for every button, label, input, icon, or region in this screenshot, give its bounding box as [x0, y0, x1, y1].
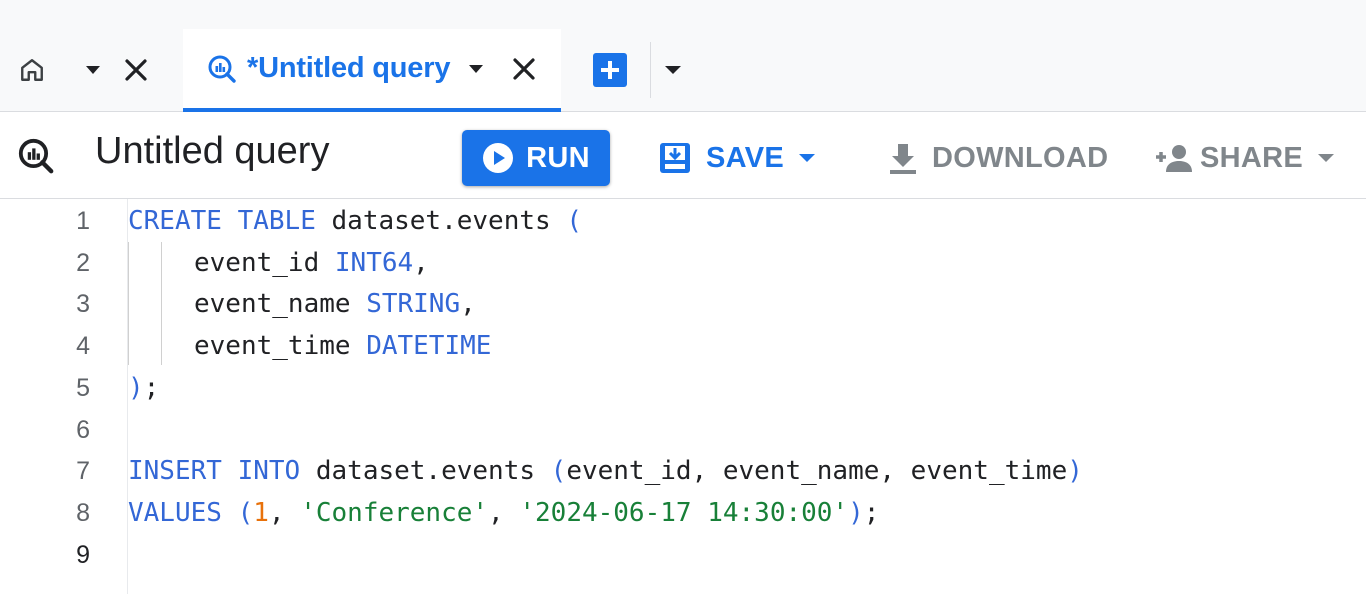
code-token: ,	[413, 247, 429, 278]
code-token: event_name	[194, 289, 367, 320]
code-token: INT64	[334, 247, 414, 278]
tab-label: *Untitled query	[247, 52, 451, 84]
code-token: 1	[253, 497, 269, 528]
tab-bar: *Untitled query	[0, 0, 1366, 112]
add-tab-icon[interactable]	[590, 50, 630, 90]
line-number: 9	[76, 540, 90, 569]
share-button[interactable]: SHARE	[1152, 134, 1335, 182]
query-icon	[16, 136, 56, 176]
code-token: (	[566, 206, 582, 236]
line-number: 7	[76, 457, 90, 486]
home-icon[interactable]	[14, 52, 50, 88]
code-token: )	[848, 497, 864, 528]
code-line[interactable]: 6	[0, 410, 1366, 451]
line-code: );	[128, 368, 159, 409]
page-title: Untitled query	[95, 130, 330, 172]
code-token: STRING	[366, 289, 461, 320]
code-token: '2024-06-17 14:30:00'	[519, 497, 849, 528]
save-icon	[658, 141, 692, 175]
code-token: (	[550, 456, 567, 487]
run-button[interactable]: RUN	[462, 130, 610, 186]
code-token: ;	[143, 372, 160, 403]
code-token: TABLE	[237, 206, 316, 236]
code-token: INTO	[237, 456, 301, 487]
bigquery-editor-window: *Untitled query Untitled query RUN SAVE …	[0, 0, 1366, 594]
line-code: VALUES (1, 'Conference', '2024-06-17 14:…	[128, 493, 879, 534]
add-person-icon	[1152, 143, 1192, 173]
code-token: dataset.events	[315, 206, 567, 236]
code-token: DATETIME	[366, 331, 492, 362]
line-code: INSERT INTO dataset.events (event_id, ev…	[128, 451, 1083, 492]
query-toolbar: Untitled query RUN SAVE DOWNLOAD SHARE	[0, 112, 1366, 199]
code-token: CREATE	[128, 206, 222, 236]
code-token: ,	[488, 497, 520, 528]
chevron-down-icon[interactable]	[660, 52, 686, 88]
line-number: 8	[76, 498, 90, 527]
play-icon	[482, 142, 514, 174]
line-number: 4	[76, 332, 90, 361]
line-code: event_time DATETIME	[128, 326, 491, 367]
chevron-down-icon[interactable]	[464, 51, 488, 87]
code-line[interactable]: 9	[0, 535, 1366, 576]
line-number: 5	[76, 373, 90, 402]
code-line[interactable]: 8 VALUES (1, 'Conference', '2024-06-17 14…	[0, 493, 1366, 534]
chevron-down-icon[interactable]	[798, 153, 816, 163]
code-line[interactable]: 3 event_name STRING,	[0, 284, 1366, 325]
line-number: 1	[76, 207, 90, 235]
code-line[interactable]: 4 event_time DATETIME	[0, 326, 1366, 367]
download-label: DOWNLOAD	[932, 141, 1109, 174]
code-token: ,	[460, 289, 476, 320]
code-token: event_time	[194, 331, 367, 362]
code-token: event_id, event_name, event_time	[566, 456, 1068, 487]
share-label: SHARE	[1200, 141, 1304, 174]
tab-home[interactable]	[14, 30, 154, 110]
download-button[interactable]: DOWNLOAD	[886, 134, 1108, 182]
tab-untitled-query[interactable]: *Untitled query	[183, 29, 561, 112]
code-line[interactable]: 5);	[0, 368, 1366, 409]
line-code: event_id INT64,	[128, 243, 429, 284]
query-icon	[205, 52, 239, 86]
code-token: )	[1067, 456, 1083, 487]
code-token: 'Conference'	[300, 497, 489, 528]
code-token: ;	[863, 497, 880, 528]
code-token: dataset.events	[300, 456, 551, 487]
line-number: 2	[76, 248, 90, 277]
download-icon	[886, 141, 920, 175]
code-token: (	[237, 497, 254, 528]
code-token: ,	[268, 497, 301, 528]
chevron-down-icon[interactable]	[78, 52, 108, 88]
line-code: CREATE TABLE dataset.events (	[128, 201, 582, 242]
code-line[interactable]: 2 event_id INT64,	[0, 243, 1366, 284]
tab-separator	[650, 42, 651, 98]
save-label: SAVE	[706, 141, 785, 174]
run-label: RUN	[526, 141, 590, 174]
code-token: )	[128, 372, 144, 403]
code-line[interactable]: 7 INSERT INTO dataset.events (event_id, e…	[0, 451, 1366, 492]
save-button[interactable]: SAVE	[658, 134, 816, 182]
code-token: event_id	[194, 247, 335, 278]
line-number: 3	[76, 290, 90, 319]
close-icon[interactable]	[506, 51, 542, 87]
chevron-down-icon[interactable]	[1317, 153, 1335, 163]
code-line[interactable]: 1 CREATE TABLE dataset.events (	[0, 201, 1366, 242]
line-code: event_name STRING,	[128, 284, 476, 325]
close-icon[interactable]	[118, 52, 154, 88]
line-number: 6	[76, 415, 90, 444]
code-token: INSERT	[128, 456, 222, 487]
code-token: VALUES	[128, 497, 222, 528]
code-editor[interactable]: 1 CREATE TABLE dataset.events (2 event_id …	[0, 199, 1366, 594]
